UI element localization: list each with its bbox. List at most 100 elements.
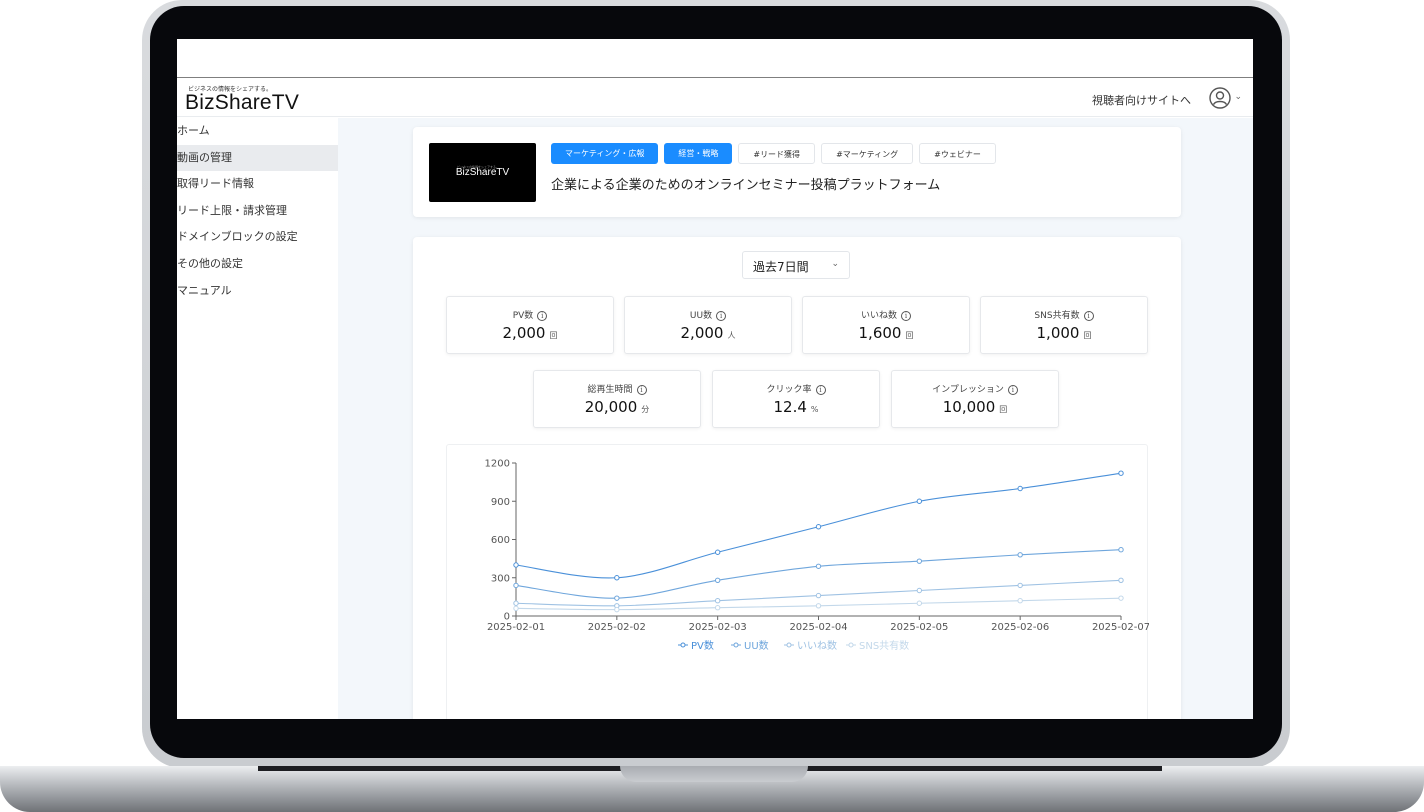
chevron-down-icon[interactable]: ⌄ (1234, 92, 1242, 102)
metric-value: 1,000 回 (1036, 324, 1092, 342)
legend-label: PV数 (691, 639, 714, 652)
metric-value: 1,600 回 (858, 324, 914, 342)
data-point (916, 498, 923, 504)
legend-label: UU数 (744, 639, 769, 652)
metric-value: 10,000 回 (942, 398, 1008, 416)
laptop-notch (620, 766, 808, 782)
data-point (513, 562, 519, 568)
data-point (1118, 577, 1124, 584)
data-point (1017, 598, 1023, 604)
data-point (714, 577, 721, 584)
y-tick-label: 0 (504, 612, 510, 623)
data-point (1118, 595, 1124, 601)
data-point (815, 563, 822, 569)
browser-top-strip (177, 39, 1253, 78)
logo[interactable]: BizShareTV (185, 91, 299, 115)
legend-marker (733, 642, 739, 648)
sidebar-item-other-settings[interactable]: その他の設定 (177, 251, 338, 278)
metric-unit: 回 (1083, 331, 1092, 340)
metric-card-impressions: インプレッション i 10,000 回 (891, 370, 1059, 428)
data-point (513, 605, 519, 612)
data-point (815, 592, 822, 599)
info-icon[interactable]: i (636, 384, 647, 395)
line-chart-svg: 0 300 600 900 1200 2025-02-01 2025-02-02 2025-0… (485, 459, 1149, 653)
data-point (1017, 552, 1023, 558)
x-tick-label: 2025-02-06 (991, 622, 1049, 633)
period-label: 過去7日間 (753, 260, 809, 274)
legend-label: いいね数 (797, 639, 837, 652)
x-tick-label: 2025-02-04 (789, 622, 847, 633)
metric-label: クリック率 i (713, 382, 879, 395)
user-icon[interactable] (1209, 87, 1231, 109)
data-point (714, 605, 721, 611)
data-point (916, 558, 923, 564)
metric-card-playtime: 総再生時間 i 20,000 分 (533, 370, 701, 428)
sidebar-item-domain-block[interactable]: ドメインブロックの設定 (177, 224, 338, 251)
metric-label: 総再生時間 i (534, 382, 700, 395)
data-point (1118, 547, 1124, 553)
category-tag[interactable]: マーケティング・広報 (551, 143, 659, 164)
sidebar-item-billing[interactable]: リード上限・請求管理 (177, 198, 338, 225)
app-header: ビジネスの情報をシェアする。 BizShareTV 視聴者向けサイトへ ⌄ (177, 79, 1253, 117)
metric-unit: 回 (905, 331, 914, 340)
sidebar: ホーム 動画の管理 取得リード情報 リード上限・請求管理 ドメインブロックの設定… (177, 118, 338, 719)
video-thumbnail[interactable]: ビジネスの情報をシェアする。 BizShareTV (429, 143, 536, 202)
viewer-site-link[interactable]: 視聴者向けサイトへ (1092, 92, 1191, 108)
data-point (614, 595, 620, 601)
x-tick-label: 2025-02-01 (487, 622, 545, 633)
period-select[interactable]: 過去7日間 ⌄ (742, 251, 850, 279)
metric-value: 20,000 分 (584, 398, 650, 416)
y-tick-label: 600 (491, 535, 510, 546)
legend-marker (848, 642, 854, 648)
sidebar-item-home[interactable]: ホーム (177, 118, 338, 145)
hashtag[interactable]: #マーケティング (821, 143, 914, 164)
data-point (916, 600, 923, 606)
data-point (513, 582, 519, 589)
thumbnail-title: BizShareTV (455, 167, 510, 178)
metric-unit: % (810, 405, 819, 414)
info-icon[interactable]: i (901, 310, 911, 321)
y-tick-label: 1200 (485, 459, 510, 470)
info-icon[interactable]: i (537, 310, 548, 321)
data-point (513, 600, 519, 606)
data-point (1017, 582, 1023, 589)
hashtag[interactable]: #リード獲得 (738, 143, 816, 164)
sidebar-item-manual[interactable]: マニュアル (177, 278, 338, 305)
data-point (1118, 470, 1124, 476)
metric-unit: 回 (999, 405, 1008, 414)
data-point (714, 549, 721, 555)
tag-list: マーケティング・広報 経営・戦略 #リード獲得 #マーケティング #ウェビナー (551, 143, 996, 164)
metric-card-pv: PV数 i 2,000 回 (446, 296, 614, 354)
x-tick-label: 2025-02-05 (890, 622, 948, 633)
y-tick-label: 300 (491, 573, 510, 584)
metric-value: 2,000 回 (502, 324, 558, 342)
hashtag[interactable]: #ウェビナー (919, 143, 996, 164)
data-point (815, 603, 822, 609)
info-icon[interactable]: i (1083, 310, 1094, 321)
metric-value: 12.4% (773, 398, 819, 416)
x-tick-label: 2025-02-02 (588, 622, 646, 633)
info-icon[interactable]: i (1007, 384, 1018, 395)
main-content: ビジネスの情報をシェアする。 BizShareTV マーケティング・広報 経営・… (338, 118, 1253, 719)
data-point (815, 524, 822, 530)
legend-marker (680, 642, 686, 648)
metric-card-ctr: クリック率 i 12.4% (712, 370, 880, 428)
metric-label: PV数 i (447, 308, 613, 321)
data-point (614, 575, 620, 581)
screen: ビジネスの情報をシェアする。 BizShareTV 視聴者向けサイトへ ⌄ ホー… (177, 39, 1253, 719)
x-tick-label: 2025-02-07 (1092, 622, 1149, 633)
metric-unit: 人 (727, 331, 736, 340)
metric-card-sns: SNS共有数 i 1,000 回 (980, 296, 1148, 354)
info-icon[interactable]: i (815, 384, 826, 395)
category-tag[interactable]: 経営・戦略 (664, 143, 733, 164)
sidebar-item-videos[interactable]: 動画の管理 (177, 144, 338, 172)
line-chart: 0 300 600 900 1200 2025-02-01 2025-02-02 2025-0… (446, 444, 1149, 719)
metric-value: 2,000 人 (680, 324, 736, 342)
metric-unit: 分 (641, 405, 650, 414)
data-point (916, 587, 923, 594)
info-icon[interactable]: i (716, 310, 727, 321)
sidebar-item-leads[interactable]: 取得リード情報 (177, 171, 338, 198)
stats-card: 過去7日間 ⌄ PV数 i 2,000 回 UU数 i 2,000 人 いいね数 i 1,… (413, 237, 1181, 719)
metric-label: UU数 i (625, 308, 791, 321)
data-point (714, 598, 721, 604)
